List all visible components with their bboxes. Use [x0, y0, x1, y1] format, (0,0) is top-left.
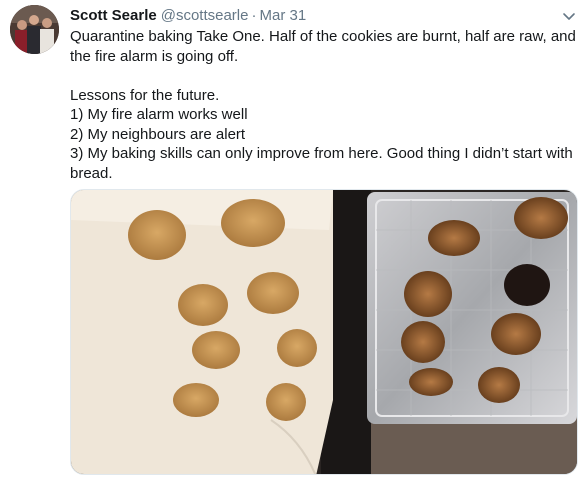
author-handle[interactable]: @scottsearle	[161, 7, 249, 24]
cookies-photo-icon	[71, 190, 577, 474]
tweet-text: Quarantine baking Take One. Half of the …	[70, 27, 580, 183]
tweet-photo[interactable]	[70, 189, 578, 475]
tweet-text-line: bread.	[70, 164, 113, 182]
tweet-text-line: Lessons for the future.	[70, 86, 220, 104]
tweet-date[interactable]: Mar 31	[259, 7, 306, 24]
user-avatar-photo-icon	[10, 5, 59, 54]
tweet-text-line: the fire alarm is going off.	[70, 47, 239, 65]
author-avatar[interactable]	[10, 5, 59, 54]
author-display-name[interactable]: Scott Searle	[70, 7, 157, 24]
tweet-header: Scott Searle @scottsearle · Mar 31	[70, 6, 306, 26]
chevron-down-icon[interactable]	[561, 8, 577, 24]
header-separator: ·	[251, 7, 257, 24]
tweet-text-line: 1) My fire alarm works well	[70, 106, 248, 123]
tweet-text-line: Quarantine baking Take One. Half of the …	[70, 28, 576, 45]
tweet[interactable]: Scott Searle @scottsearle · Mar 31 Quaranti…	[0, 0, 587, 484]
tweet-text-line: 3) My baking skills can only improve fro…	[70, 145, 573, 162]
tweet-text-line: 2) My neighbours are alert	[70, 125, 246, 143]
